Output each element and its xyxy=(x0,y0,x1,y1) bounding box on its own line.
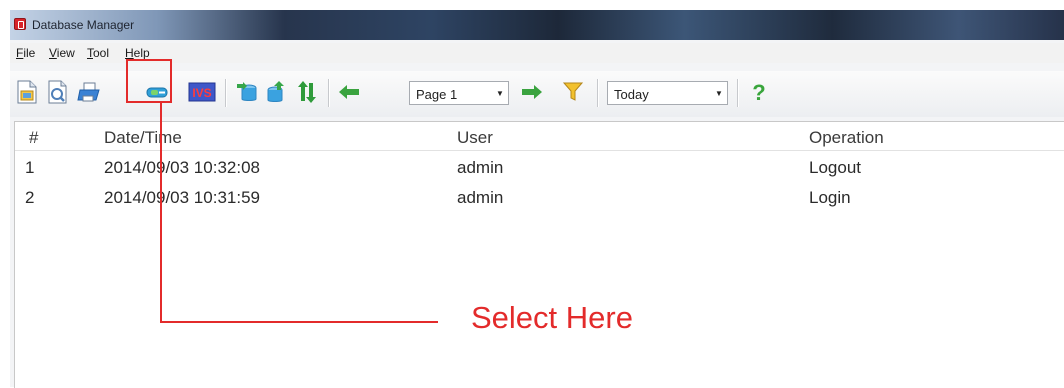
log-table: # Date/Time User Operation 1 2014/09/03 … xyxy=(14,121,1064,388)
page-select[interactable]: Page 1 ▼ xyxy=(409,81,509,105)
new-doc-icon[interactable] xyxy=(14,79,40,105)
cell-datetime: 2014/09/03 10:31:59 xyxy=(104,188,260,207)
ivs-label: IVS xyxy=(192,86,211,100)
ivs-icon[interactable]: IVS xyxy=(188,79,216,105)
db-import-icon[interactable] xyxy=(234,79,260,105)
print-icon[interactable] xyxy=(76,79,102,105)
sync-icon[interactable] xyxy=(294,79,320,105)
toolbar-separator xyxy=(225,79,226,107)
table-row[interactable]: 1 2014/09/03 10:32:08 admin Logout xyxy=(15,158,1064,186)
toolbar-separator xyxy=(737,79,738,107)
help-icon[interactable]: ? xyxy=(747,79,773,105)
help-glyph: ? xyxy=(752,80,765,105)
cell-datetime: 2014/09/03 10:32:08 xyxy=(104,158,260,177)
menu-help[interactable]: Help xyxy=(125,46,150,60)
cell-operation: Logout xyxy=(809,158,861,177)
toolbar-separator xyxy=(328,79,329,107)
menu-tool[interactable]: Tool xyxy=(87,46,109,60)
chevron-down-icon: ▼ xyxy=(715,88,723,98)
callout-line-vertical xyxy=(160,101,162,323)
date-select[interactable]: Today ▼ xyxy=(607,81,728,105)
window-title: Database Manager xyxy=(32,18,135,32)
column-header-user[interactable]: User xyxy=(457,128,493,148)
title-bar[interactable]: Database Manager xyxy=(10,10,1064,40)
highlight-box xyxy=(126,59,172,103)
page-select-value: Page 1 xyxy=(416,87,458,102)
table-header: # Date/Time User Operation xyxy=(15,122,1064,151)
table-row[interactable]: 2 2014/09/03 10:31:59 admin Login xyxy=(15,188,1064,216)
date-select-value: Today xyxy=(614,87,649,102)
menu-view[interactable]: View xyxy=(49,46,75,60)
callout-line-horizontal xyxy=(160,321,438,323)
open-doc-icon[interactable] xyxy=(44,79,70,105)
app-icon xyxy=(14,18,26,30)
column-header-datetime[interactable]: Date/Time xyxy=(104,128,182,148)
next-page-icon[interactable] xyxy=(519,79,545,105)
menu-file[interactable]: File xyxy=(16,46,35,60)
callout-text: Select Here xyxy=(471,300,633,335)
cell-number: 1 xyxy=(25,158,35,177)
column-header-number[interactable]: # xyxy=(29,128,38,148)
cell-operation: Login xyxy=(809,188,851,207)
column-header-operation[interactable]: Operation xyxy=(809,128,884,148)
chevron-down-icon: ▼ xyxy=(496,88,504,98)
filter-icon[interactable] xyxy=(561,79,587,105)
cell-user: admin xyxy=(457,188,504,207)
db-export-icon[interactable] xyxy=(264,79,290,105)
cell-user: admin xyxy=(457,158,504,177)
cell-number: 2 xyxy=(25,188,35,207)
toolbar-separator xyxy=(597,79,598,107)
prev-page-icon[interactable] xyxy=(336,79,362,105)
